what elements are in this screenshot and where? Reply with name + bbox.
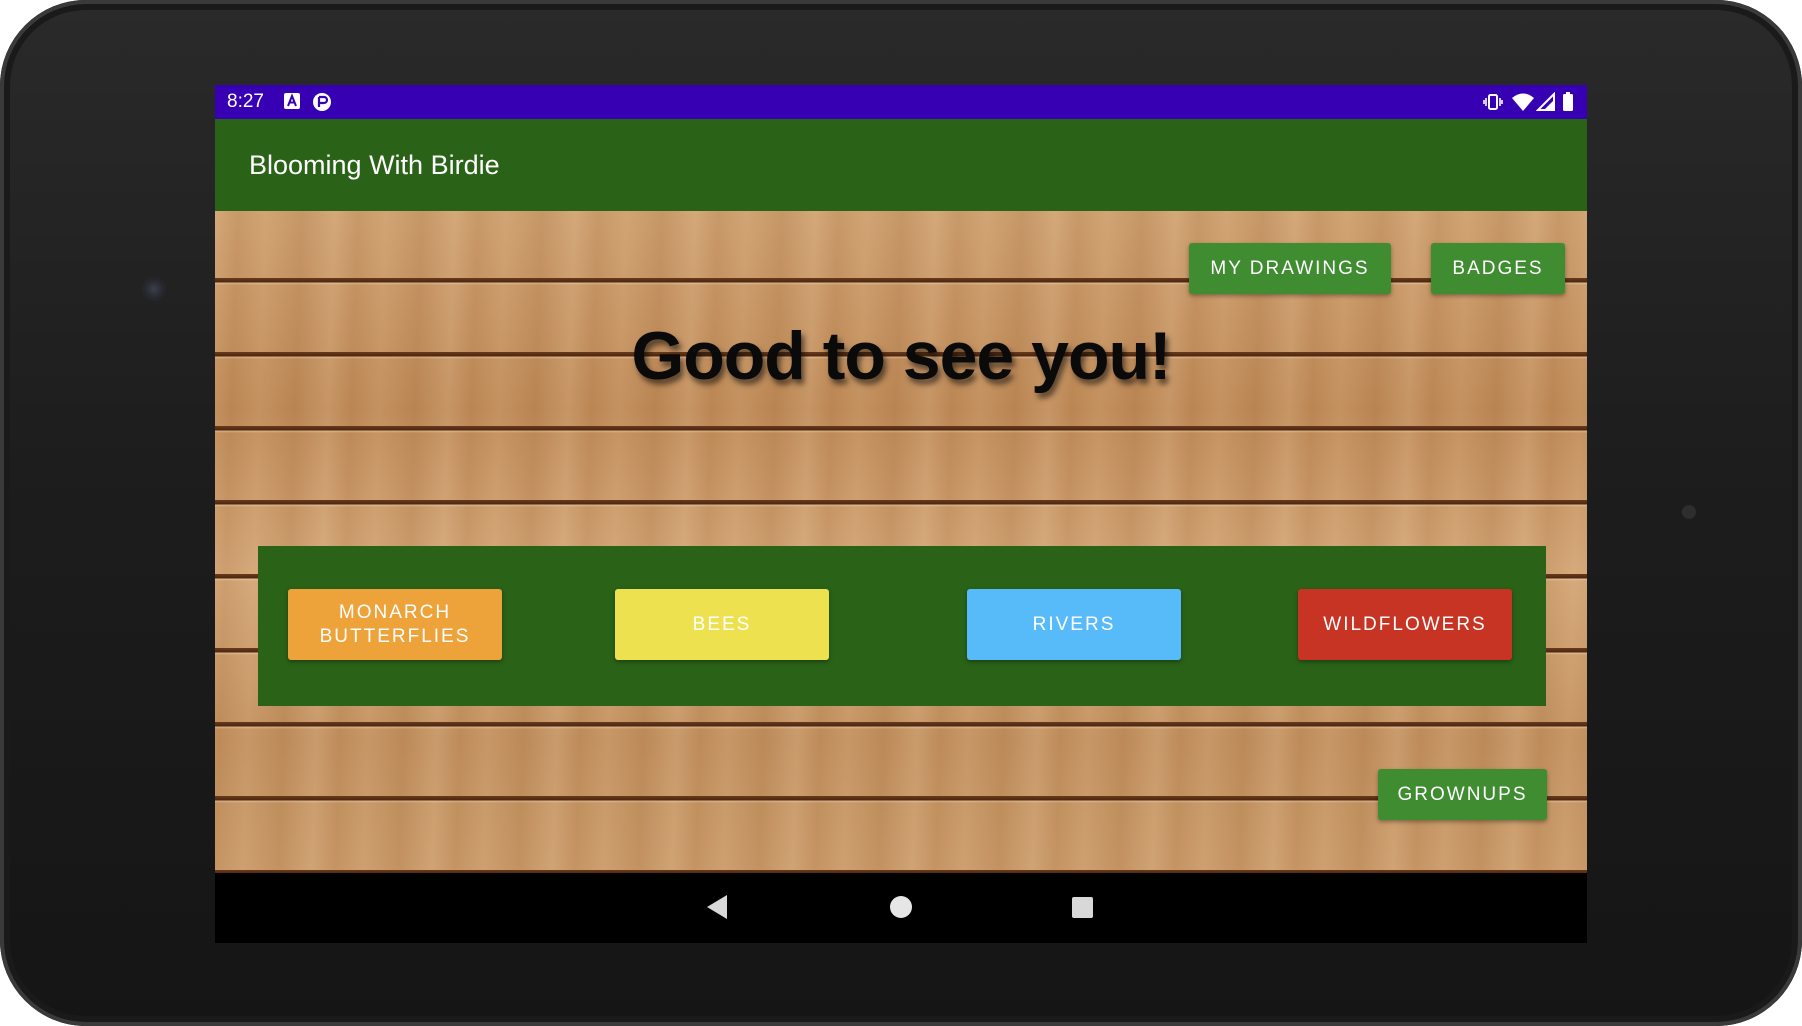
device-screen: 8:27 Blooming With Birdie MY DRAWINGS BA…: [215, 85, 1587, 943]
status-time: 8:27: [227, 91, 264, 112]
topic-wildflowers-button[interactable]: WILDFLOWERS: [1298, 589, 1512, 660]
recents-icon[interactable]: [1072, 897, 1093, 918]
badges-button[interactable]: BADGES: [1431, 243, 1565, 294]
grownups-button[interactable]: GROWNUPS: [1378, 769, 1547, 820]
media-notification-icon: [313, 93, 331, 111]
navigation-bar: [215, 873, 1587, 943]
topic-rivers-button[interactable]: RIVERS: [967, 589, 1181, 660]
app-bar: Blooming With Birdie: [215, 119, 1587, 211]
proximity-sensor: [1682, 505, 1696, 519]
my-drawings-button[interactable]: MY DRAWINGS: [1189, 243, 1391, 294]
greeting-headline: Good to see you!: [631, 318, 1171, 394]
front-camera: [142, 277, 166, 301]
battery-icon: [1563, 92, 1573, 111]
home-icon[interactable]: [890, 896, 912, 918]
vibrate-icon: [1483, 94, 1503, 110]
topic-panel: MONARCH BUTTERFLIES BEES RIVERS WILDFLOW…: [258, 546, 1546, 706]
topic-monarch-butterflies-button[interactable]: MONARCH BUTTERFLIES: [288, 589, 502, 660]
app-title: Blooming With Birdie: [249, 150, 500, 180]
status-bar: 8:27: [215, 85, 1587, 119]
main-content: MY DRAWINGS BADGES Good to see you! MONA…: [215, 211, 1587, 873]
signal-icon: [1536, 92, 1555, 111]
tablet-frame: 8:27 Blooming With Birdie MY DRAWINGS BA…: [0, 0, 1802, 1026]
topic-bees-button[interactable]: BEES: [615, 589, 829, 660]
back-icon[interactable]: [707, 895, 727, 919]
a-notification-icon: [284, 93, 300, 109]
wifi-icon: [1512, 93, 1534, 111]
